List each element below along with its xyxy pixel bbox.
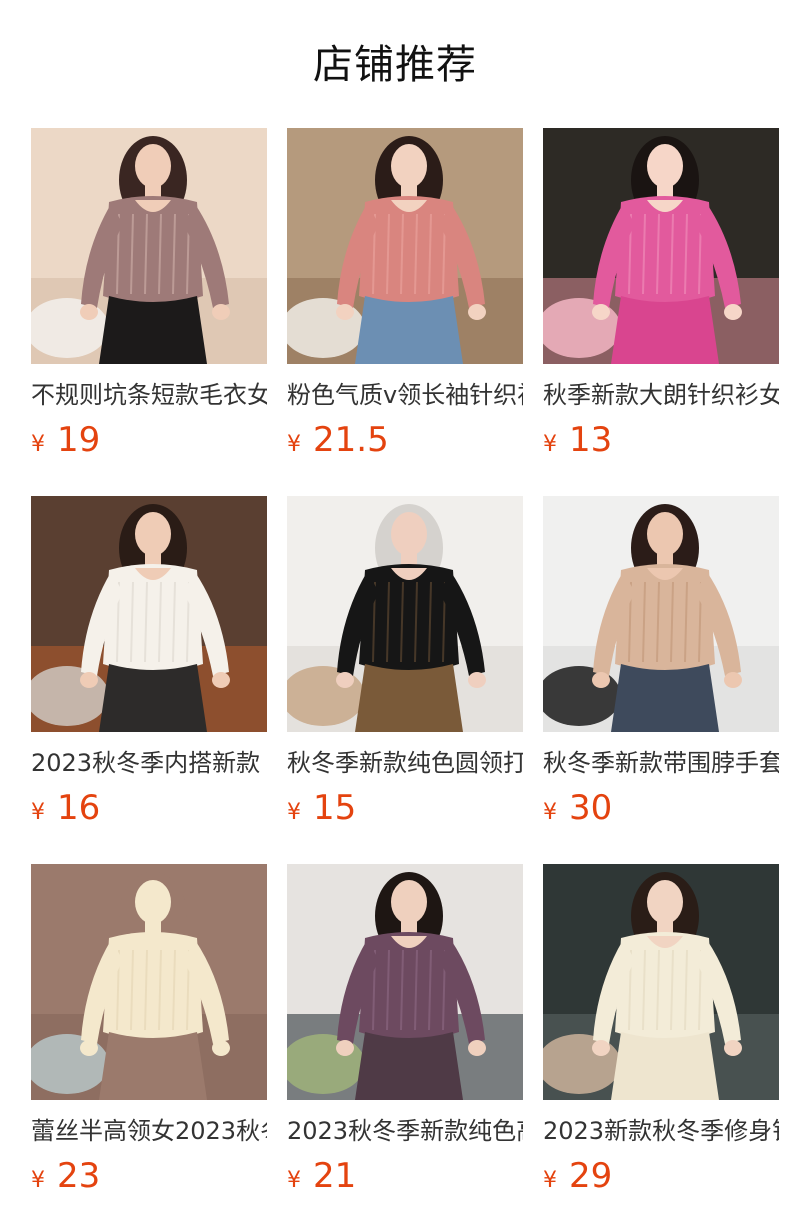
product-card[interactable]: 粉色气质v领长袖针织衫 ¥21.5 xyxy=(287,128,523,464)
product-price: ¥23 xyxy=(31,1154,267,1198)
product-image[interactable] xyxy=(543,128,779,364)
product-name[interactable]: 2023秋冬季内搭新款 xyxy=(31,746,267,780)
product-name[interactable]: 秋冬季新款带围脖手套 xyxy=(543,746,779,780)
product-image-art xyxy=(31,864,267,1100)
product-image[interactable] xyxy=(31,496,267,732)
product-price: ¥15 xyxy=(287,786,523,830)
currency-symbol: ¥ xyxy=(287,1168,301,1193)
currency-symbol: ¥ xyxy=(31,800,45,825)
product-price: ¥16 xyxy=(31,786,267,830)
product-image-art xyxy=(543,128,779,364)
product-name[interactable]: 秋冬季新款纯色圆领打底 xyxy=(287,746,523,780)
product-name[interactable]: 粉色气质v领长袖针织衫 xyxy=(287,378,523,412)
product-card[interactable]: 2023新款秋冬季修身针织 ¥29 xyxy=(543,864,779,1200)
price-amount: 19 xyxy=(57,420,101,460)
product-image[interactable] xyxy=(287,864,523,1100)
product-card[interactable]: 不规则坑条短款毛衣女 ¥19 xyxy=(31,128,267,464)
product-price: ¥21.5 xyxy=(287,418,523,462)
section-title: 店铺推荐 xyxy=(313,42,477,88)
product-name[interactable]: 蕾丝半高领女2023秋冬 xyxy=(31,1114,267,1148)
price-amount: 21 xyxy=(313,1156,357,1196)
store-recommendations-page: 店铺推荐 不规则坑条短款毛衣女 ¥19 粉色气质v领长袖针织衫 ¥21.5 秋季新款大朗… xyxy=(0,0,790,1232)
product-image-art xyxy=(543,864,779,1100)
product-image-art xyxy=(287,128,523,364)
product-name[interactable]: 秋季新款大朗针织衫女 xyxy=(543,378,779,412)
product-image[interactable] xyxy=(543,864,779,1100)
price-amount: 13 xyxy=(569,420,613,460)
product-price: ¥29 xyxy=(543,1154,779,1198)
product-image[interactable] xyxy=(543,496,779,732)
currency-symbol: ¥ xyxy=(287,432,301,457)
currency-symbol: ¥ xyxy=(543,800,557,825)
price-amount: 16 xyxy=(57,788,101,828)
product-grid: 不规则坑条短款毛衣女 ¥19 粉色气质v领长袖针织衫 ¥21.5 秋季新款大朗针织衫女 ¥… xyxy=(31,128,779,1200)
price-amount: 23 xyxy=(57,1156,101,1196)
price-amount: 15 xyxy=(313,788,357,828)
product-card[interactable]: 秋季新款大朗针织衫女 ¥13 xyxy=(543,128,779,464)
product-image-art xyxy=(543,496,779,732)
currency-symbol: ¥ xyxy=(31,432,45,457)
product-price: ¥13 xyxy=(543,418,779,462)
price-amount: 30 xyxy=(569,788,613,828)
product-name[interactable]: 不规则坑条短款毛衣女 xyxy=(31,378,267,412)
product-image-art xyxy=(31,128,267,364)
product-name[interactable]: 2023秋冬季新款纯色高领 xyxy=(287,1114,523,1148)
product-image-art xyxy=(287,496,523,732)
product-image[interactable] xyxy=(287,128,523,364)
price-amount: 29 xyxy=(569,1156,613,1196)
currency-symbol: ¥ xyxy=(543,432,557,457)
currency-symbol: ¥ xyxy=(287,800,301,825)
product-image-art xyxy=(31,496,267,732)
product-image-art xyxy=(287,864,523,1100)
product-card[interactable]: 秋冬季新款带围脖手套 ¥30 xyxy=(543,496,779,832)
product-card[interactable]: 2023秋冬季内搭新款 ¥16 xyxy=(31,496,267,832)
product-card[interactable]: 秋冬季新款纯色圆领打底 ¥15 xyxy=(287,496,523,832)
currency-symbol: ¥ xyxy=(31,1168,45,1193)
product-image[interactable] xyxy=(31,128,267,364)
product-image[interactable] xyxy=(31,864,267,1100)
product-image[interactable] xyxy=(287,496,523,732)
product-price: ¥30 xyxy=(543,786,779,830)
product-card[interactable]: 蕾丝半高领女2023秋冬 ¥23 xyxy=(31,864,267,1200)
product-name[interactable]: 2023新款秋冬季修身针织 xyxy=(543,1114,779,1148)
currency-symbol: ¥ xyxy=(543,1168,557,1193)
product-price: ¥19 xyxy=(31,418,267,462)
price-amount: 21.5 xyxy=(313,420,389,460)
product-card[interactable]: 2023秋冬季新款纯色高领 ¥21 xyxy=(287,864,523,1200)
product-price: ¥21 xyxy=(287,1154,523,1198)
